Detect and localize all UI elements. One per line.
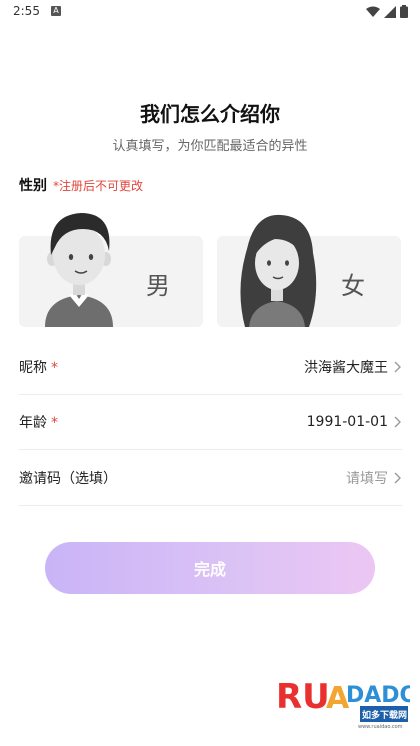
male-avatar-icon xyxy=(45,213,113,327)
female-avatar-icon xyxy=(240,214,317,327)
gender-option-female[interactable]: 女 xyxy=(217,214,401,327)
page-title: 我们怎么介绍你 xyxy=(140,102,280,126)
invite-code-label: 邀请码（选填） xyxy=(19,470,117,487)
status-icons xyxy=(366,5,408,18)
required-mark: * xyxy=(51,359,58,376)
svg-text:RU: RU xyxy=(276,677,330,717)
watermark-sub: 如多下载网 xyxy=(362,711,408,721)
invite-code-input[interactable]: 请填写 xyxy=(346,468,388,488)
chevron-right-icon xyxy=(394,361,401,372)
watermark-logo: RU A DADO 如多下载网 www.ruaidao.com xyxy=(276,672,418,732)
page-subtitle: 认真填写，为你匹配最适合的异性 xyxy=(112,139,308,154)
gender-option-male[interactable]: 男 xyxy=(19,213,203,327)
gender-female-label: 女 xyxy=(341,272,365,300)
age-label: 年龄 xyxy=(19,414,47,431)
gender-male-label: 男 xyxy=(146,272,170,300)
status-bar: 2:55 A xyxy=(0,0,420,24)
invite-code-row[interactable]: 邀请码（选填） 请填写 xyxy=(19,450,402,506)
nickname-label: 昵称 xyxy=(19,359,47,376)
nickname-value: 洪海酱大魔王 xyxy=(304,359,388,376)
age-value: 1991-01-01 xyxy=(306,413,388,430)
gender-note: *注册后不可更改 xyxy=(53,179,144,193)
battery-icon xyxy=(400,5,408,18)
notification-icon: A xyxy=(51,6,61,16)
required-mark: * xyxy=(51,414,58,431)
svg-text:DADO: DADO xyxy=(346,683,410,708)
signal-icon xyxy=(384,5,396,18)
watermark-url: www.ruaidao.com xyxy=(358,724,403,730)
wifi-icon xyxy=(366,6,380,17)
submit-button[interactable]: 完成 xyxy=(45,542,375,594)
gender-label: 性别 xyxy=(19,178,47,194)
chevron-right-icon xyxy=(394,472,401,483)
chevron-right-icon xyxy=(394,416,401,427)
age-row[interactable]: 年龄 * 1991-01-01 xyxy=(19,394,402,450)
watermark-graphic: RU A DADO xyxy=(276,677,418,722)
status-time: 2:55 xyxy=(13,4,40,18)
nickname-row[interactable]: 昵称 * 洪海酱大魔王 xyxy=(19,339,402,395)
